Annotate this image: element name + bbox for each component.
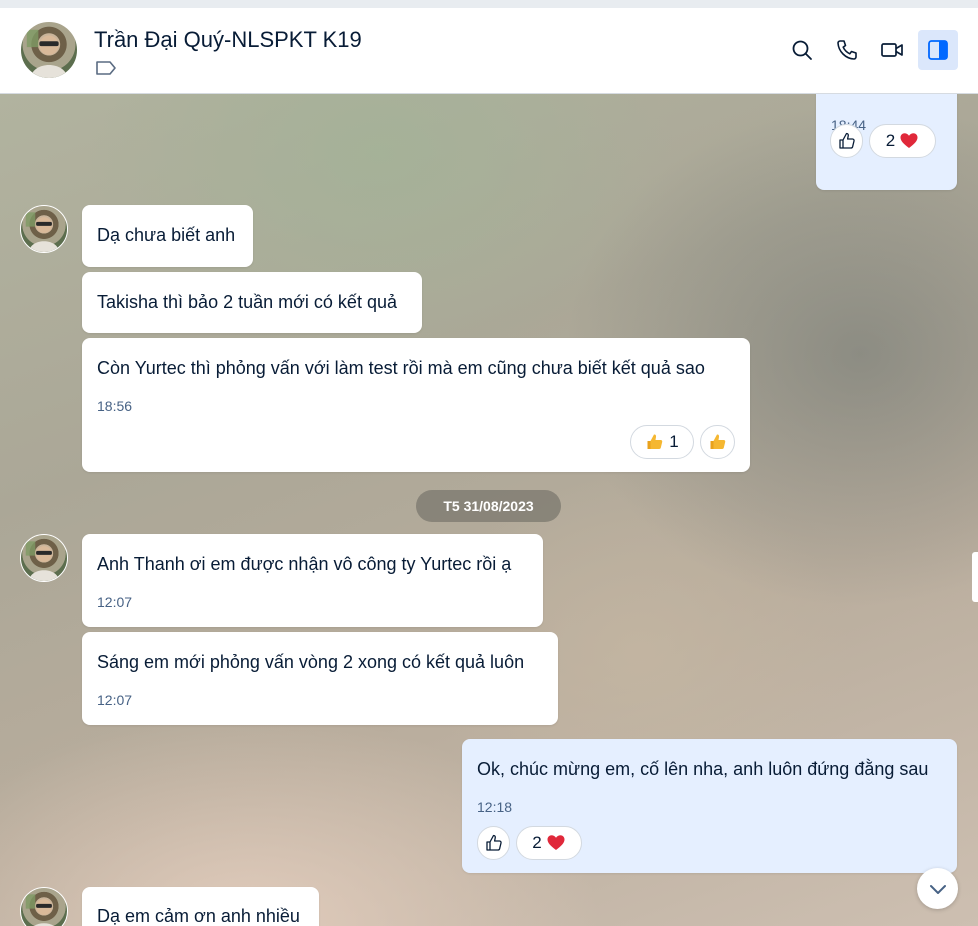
- message-text: Anh Thanh ơi em được nhận vô công ty Yur…: [97, 554, 512, 574]
- message-time: 12:07: [97, 692, 133, 708]
- message-text: Dạ chưa biết anh: [97, 225, 236, 245]
- message-list[interactable]: 18:44 2 Dạ chưa biết anh Takisha thì bảo…: [0, 94, 978, 926]
- heart-reaction-summary[interactable]: 2: [516, 826, 582, 860]
- thumbs-up-reaction-summary[interactable]: 1: [630, 425, 694, 459]
- like-outline-icon: [485, 834, 502, 851]
- heart-reaction-summary[interactable]: 2: [869, 124, 936, 158]
- message-bubble[interactable]: Dạ em cảm ơn anh nhiều: [82, 887, 319, 926]
- message-text: Còn Yurtec thì phỏng vấn với làm test rồ…: [97, 358, 705, 378]
- message-time: 12:18: [477, 799, 513, 815]
- conversation-title[interactable]: Trần Đại Quý-NLSPKT K19: [94, 27, 362, 53]
- message-text: Sáng em mới phỏng vấn vòng 2 xong có kết…: [97, 652, 525, 672]
- tag-icon[interactable]: [95, 60, 117, 76]
- contact-avatar[interactable]: [20, 21, 78, 79]
- message-bubble[interactable]: Dạ chưa biết anh: [82, 205, 253, 267]
- message-bubble[interactable]: Takisha thì bảo 2 tuần mới có kết quả: [82, 272, 422, 333]
- thumbs-up-icon: [647, 434, 663, 449]
- message-bubble[interactable]: Anh Thanh ơi em được nhận vô công ty Yur…: [82, 534, 543, 627]
- reaction-count: 2: [885, 131, 896, 150]
- message-time: 18:56: [97, 398, 133, 414]
- window-top-strip: [0, 0, 978, 8]
- video-call-button[interactable]: [872, 30, 912, 70]
- heart-icon: [900, 133, 918, 148]
- reaction-count: 1: [669, 432, 679, 451]
- message-text: Takisha thì bảo 2 tuần mới có kết quả: [97, 292, 397, 312]
- heart-icon: [547, 835, 565, 850]
- phone-icon: [837, 40, 857, 60]
- date-divider: T5 31/08/2023: [416, 490, 561, 522]
- like-outline-icon: [838, 132, 855, 149]
- message-text: Dạ em cảm ơn anh nhiều: [97, 906, 300, 926]
- video-icon: [881, 43, 903, 57]
- thumbs-up-icon: [710, 434, 725, 449]
- thumbs-up-reaction-button[interactable]: [700, 425, 735, 459]
- message-bubble[interactable]: Sáng em mới phỏng vấn vòng 2 xong có kết…: [82, 632, 558, 725]
- like-reaction-button[interactable]: [830, 124, 863, 158]
- conversation-header: Trần Đại Quý-NLSPKT K19: [0, 8, 978, 94]
- search-icon: [792, 40, 812, 60]
- sender-avatar[interactable]: [20, 534, 68, 582]
- message-bubble[interactable]: Còn Yurtec thì phỏng vấn với làm test rồ…: [82, 338, 750, 472]
- message-time: 12:07: [97, 594, 133, 610]
- chevron-down-icon: [929, 884, 946, 894]
- side-panel-handle[interactable]: [972, 552, 978, 602]
- sender-avatar[interactable]: [20, 205, 68, 253]
- sender-avatar[interactable]: [20, 887, 68, 926]
- message-text: Ok, chúc mừng em, cố lên nha, anh luôn đ…: [477, 759, 929, 779]
- like-reaction-button[interactable]: [477, 826, 510, 860]
- reaction-count: 2: [532, 833, 542, 852]
- call-button[interactable]: [827, 30, 867, 70]
- message-bubble-mine[interactable]: Ok, chúc mừng em, cố lên nha, anh luôn đ…: [462, 739, 957, 873]
- sidebar-toggle-icon: [928, 40, 948, 60]
- scroll-to-bottom-button[interactable]: [917, 868, 958, 909]
- toggle-info-panel-button[interactable]: [918, 30, 958, 70]
- search-button[interactable]: [782, 30, 822, 70]
- message-bubble-mine[interactable]: 18:44 2: [816, 94, 957, 190]
